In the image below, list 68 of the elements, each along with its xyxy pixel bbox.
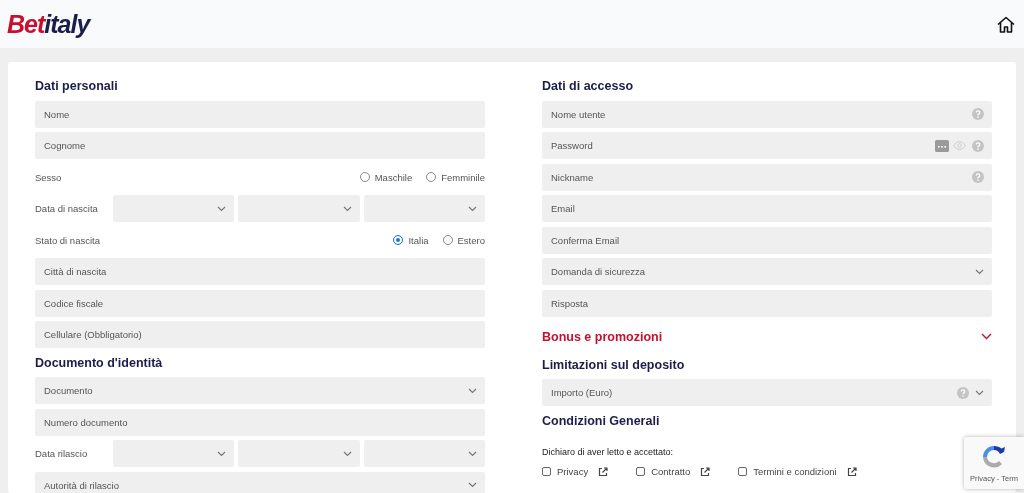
checkbox[interactable] [542, 467, 551, 476]
caret-icon [217, 205, 227, 212]
help-icon[interactable] [957, 386, 969, 399]
caret-icon [975, 389, 984, 396]
dropdown-field[interactable] [113, 440, 235, 467]
input-field[interactable]: Email [542, 195, 992, 222]
help-icon[interactable] [972, 171, 984, 183]
dropdown-field[interactable] [238, 440, 360, 467]
radio-label[interactable]: Maschile [374, 171, 413, 183]
checkbox-label[interactable]: Termini e condizioni [753, 466, 837, 477]
caret-icon [468, 482, 477, 488]
checkbox[interactable] [738, 467, 748, 476]
input-field[interactable]: Codice fiscale [35, 289, 485, 317]
radio-label[interactable]: Italia [408, 234, 429, 246]
recaptcha-icon [980, 443, 1008, 471]
caret-icon [217, 450, 227, 457]
input-field[interactable]: Nickname [542, 163, 992, 191]
radio-button[interactable] [442, 235, 453, 245]
dropdown-field[interactable] [363, 195, 485, 222]
chevron-icon[interactable] [981, 333, 992, 340]
consent-text: Dichiaro di aver letto e accettato: [542, 447, 674, 457]
dropdown-field[interactable]: Autorità di rilascio [35, 471, 485, 493]
dropdown-field[interactable] [238, 195, 360, 222]
checkbox-label[interactable]: Contratto [651, 466, 691, 477]
field-label: Stato di nascita [35, 234, 100, 246]
dropdown-field[interactable]: Importo (Euro) [542, 379, 992, 406]
input-field[interactable]: Numero documento [35, 408, 485, 436]
caret-icon [975, 268, 984, 275]
caret-icon [468, 387, 477, 394]
radio-button[interactable] [426, 172, 437, 182]
input-field[interactable]: Città di nascita [35, 258, 485, 285]
input-field[interactable]: Risposta [542, 289, 992, 317]
radio-label[interactable]: Estero [457, 234, 485, 246]
external-link-icon[interactable] [700, 466, 711, 477]
help-icon[interactable] [972, 108, 984, 120]
dropdown-field[interactable] [363, 440, 485, 467]
field-label: Sesso [35, 171, 62, 183]
external-link-icon[interactable] [598, 466, 609, 477]
caret-icon [342, 205, 352, 212]
input-field[interactable]: Nome utente [542, 100, 992, 128]
caret-icon [468, 450, 477, 457]
logo[interactable]: Betitaly [7, 9, 90, 39]
input-field[interactable]: Password [542, 132, 992, 159]
section-heading: Dati di accesso [542, 78, 634, 95]
input-field[interactable]: Nome [35, 100, 485, 128]
external-link-icon[interactable] [846, 466, 857, 477]
radio-button[interactable] [359, 172, 370, 182]
checkbox[interactable] [636, 467, 646, 476]
field-label: Data rilascio [35, 448, 89, 459]
dropdown-field[interactable] [113, 195, 235, 222]
field-label: Data di nascita [35, 203, 99, 214]
dropdown-field[interactable]: Documento [35, 377, 485, 404]
radio-button[interactable] [393, 235, 404, 245]
section-heading: Documento d'identità [35, 354, 164, 372]
section-heading: Condizioni Generali [542, 412, 661, 430]
section-toggle[interactable]: Bonus e promozioni [542, 329, 663, 344]
caret-icon [342, 450, 352, 457]
home-icon[interactable] [997, 15, 1015, 33]
input-field[interactable]: Cellulare (Obbligatorio) [35, 321, 485, 348]
help-icon[interactable] [972, 139, 984, 152]
section-heading: Limitazioni sul deposito [542, 356, 686, 374]
radio-label[interactable]: Femminile [441, 171, 485, 183]
input-field[interactable]: Cognome [35, 132, 485, 159]
caret-icon [468, 205, 477, 212]
checkbox-label[interactable]: Privacy [557, 466, 589, 477]
input-field[interactable]: Conferma Email [542, 226, 992, 254]
dropdown-field[interactable]: Domanda di sicurezza [542, 258, 992, 285]
section-heading: Dati personali [35, 78, 119, 95]
